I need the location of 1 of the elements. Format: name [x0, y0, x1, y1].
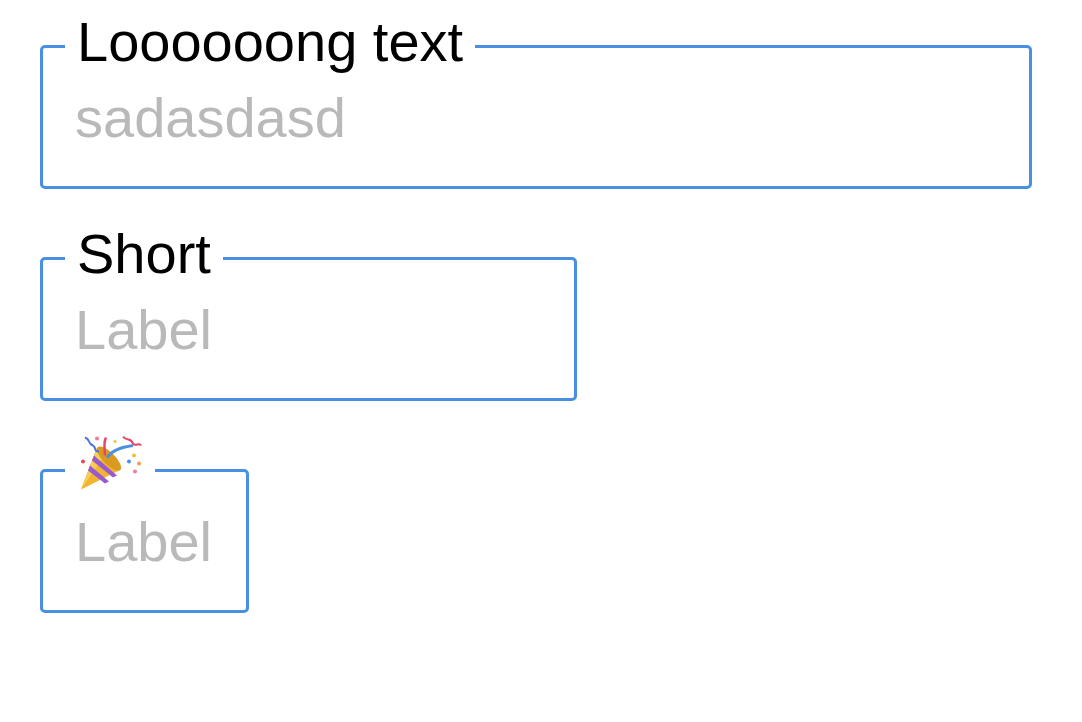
input-field[interactable]: Label [40, 469, 249, 613]
